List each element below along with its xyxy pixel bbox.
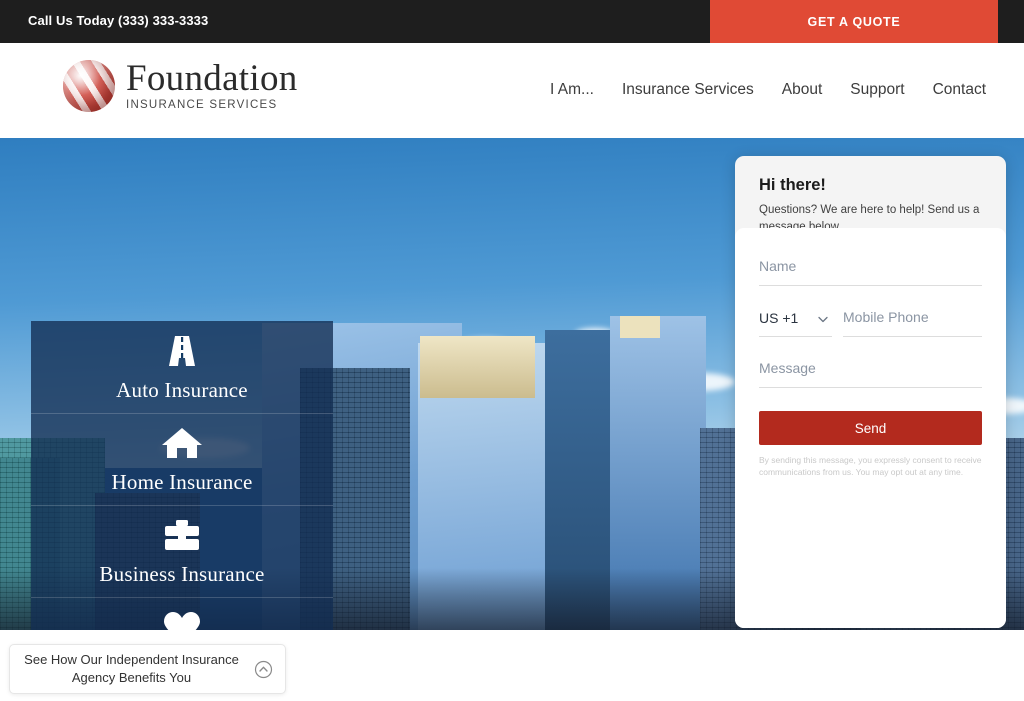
message-input[interactable] — [759, 360, 982, 376]
nav-i-am[interactable]: I Am... — [550, 81, 594, 99]
nav-insurance-services[interactable]: Insurance Services — [622, 81, 754, 99]
services-panel: Auto Insurance Home Insurance Business I… — [31, 321, 333, 630]
heart-icon — [160, 607, 204, 630]
service-label: Auto Insurance — [116, 378, 248, 402]
logo-subtitle: INSURANCE SERVICES — [126, 98, 278, 111]
page-root: Call Us Today (333) 333-3333 GET A QUOTE… — [0, 0, 1024, 701]
nav-contact[interactable]: Contact — [933, 81, 986, 99]
country-code-select[interactable]: US +1 — [759, 309, 832, 337]
chat-widget: Hi there! Questions? We are here to help… — [735, 156, 1006, 628]
nav-about[interactable]: About — [782, 81, 823, 99]
bottom-bar: See How Our Independent Insurance Agency… — [0, 630, 1024, 701]
building — [620, 316, 660, 338]
chat-title: Hi there! — [759, 176, 826, 194]
road-icon — [160, 331, 204, 371]
building — [420, 336, 535, 398]
consent-text: By sending this message, you expressly c… — [759, 455, 982, 478]
nav-support[interactable]: Support — [850, 81, 904, 99]
service-label: Home Insurance — [111, 470, 253, 494]
name-input[interactable] — [759, 258, 982, 274]
promo-banner[interactable]: See How Our Independent Insurance Agency… — [9, 644, 286, 694]
mobile-phone-field[interactable] — [843, 309, 982, 337]
site-header: Foundation INSURANCE SERVICES I Am... In… — [0, 43, 1024, 138]
service-business-insurance[interactable]: Business Insurance — [31, 505, 333, 597]
phone-row: US +1 — [759, 309, 982, 337]
briefcase-icon — [160, 515, 204, 555]
message-field[interactable] — [759, 360, 982, 388]
mobile-phone-input[interactable] — [843, 309, 982, 325]
service-life-insurance[interactable]: Life Insurance — [31, 597, 333, 630]
logo-name: Foundation — [126, 58, 298, 100]
chevron-down-icon — [816, 312, 830, 331]
name-field[interactable] — [759, 258, 982, 286]
service-home-insurance[interactable]: Home Insurance — [31, 413, 333, 505]
top-get-a-quote-button[interactable]: GET A QUOTE — [710, 0, 998, 43]
service-label: Business Insurance — [99, 562, 265, 586]
promo-text: See How Our Independent Insurance Agency… — [24, 652, 239, 685]
phone-text: Call Us Today (333) 333-3333 — [28, 13, 209, 28]
top-bar: Call Us Today (333) 333-3333 GET A QUOTE — [0, 0, 1024, 43]
foundation-sphere-logo-icon — [63, 60, 115, 112]
chat-form: US +1 Send By sending this message, you … — [735, 228, 1006, 628]
main-navigation: I Am... Insurance Services About Support… — [550, 81, 986, 99]
country-code-value: US +1 — [759, 310, 799, 326]
logo[interactable]: Foundation INSURANCE SERVICES — [63, 60, 298, 112]
chevron-up-circle-icon[interactable] — [241, 660, 285, 679]
service-auto-insurance[interactable]: Auto Insurance — [31, 321, 333, 413]
logo-text: Foundation INSURANCE SERVICES — [126, 58, 298, 111]
send-button[interactable]: Send — [759, 411, 982, 445]
house-icon — [160, 423, 204, 463]
